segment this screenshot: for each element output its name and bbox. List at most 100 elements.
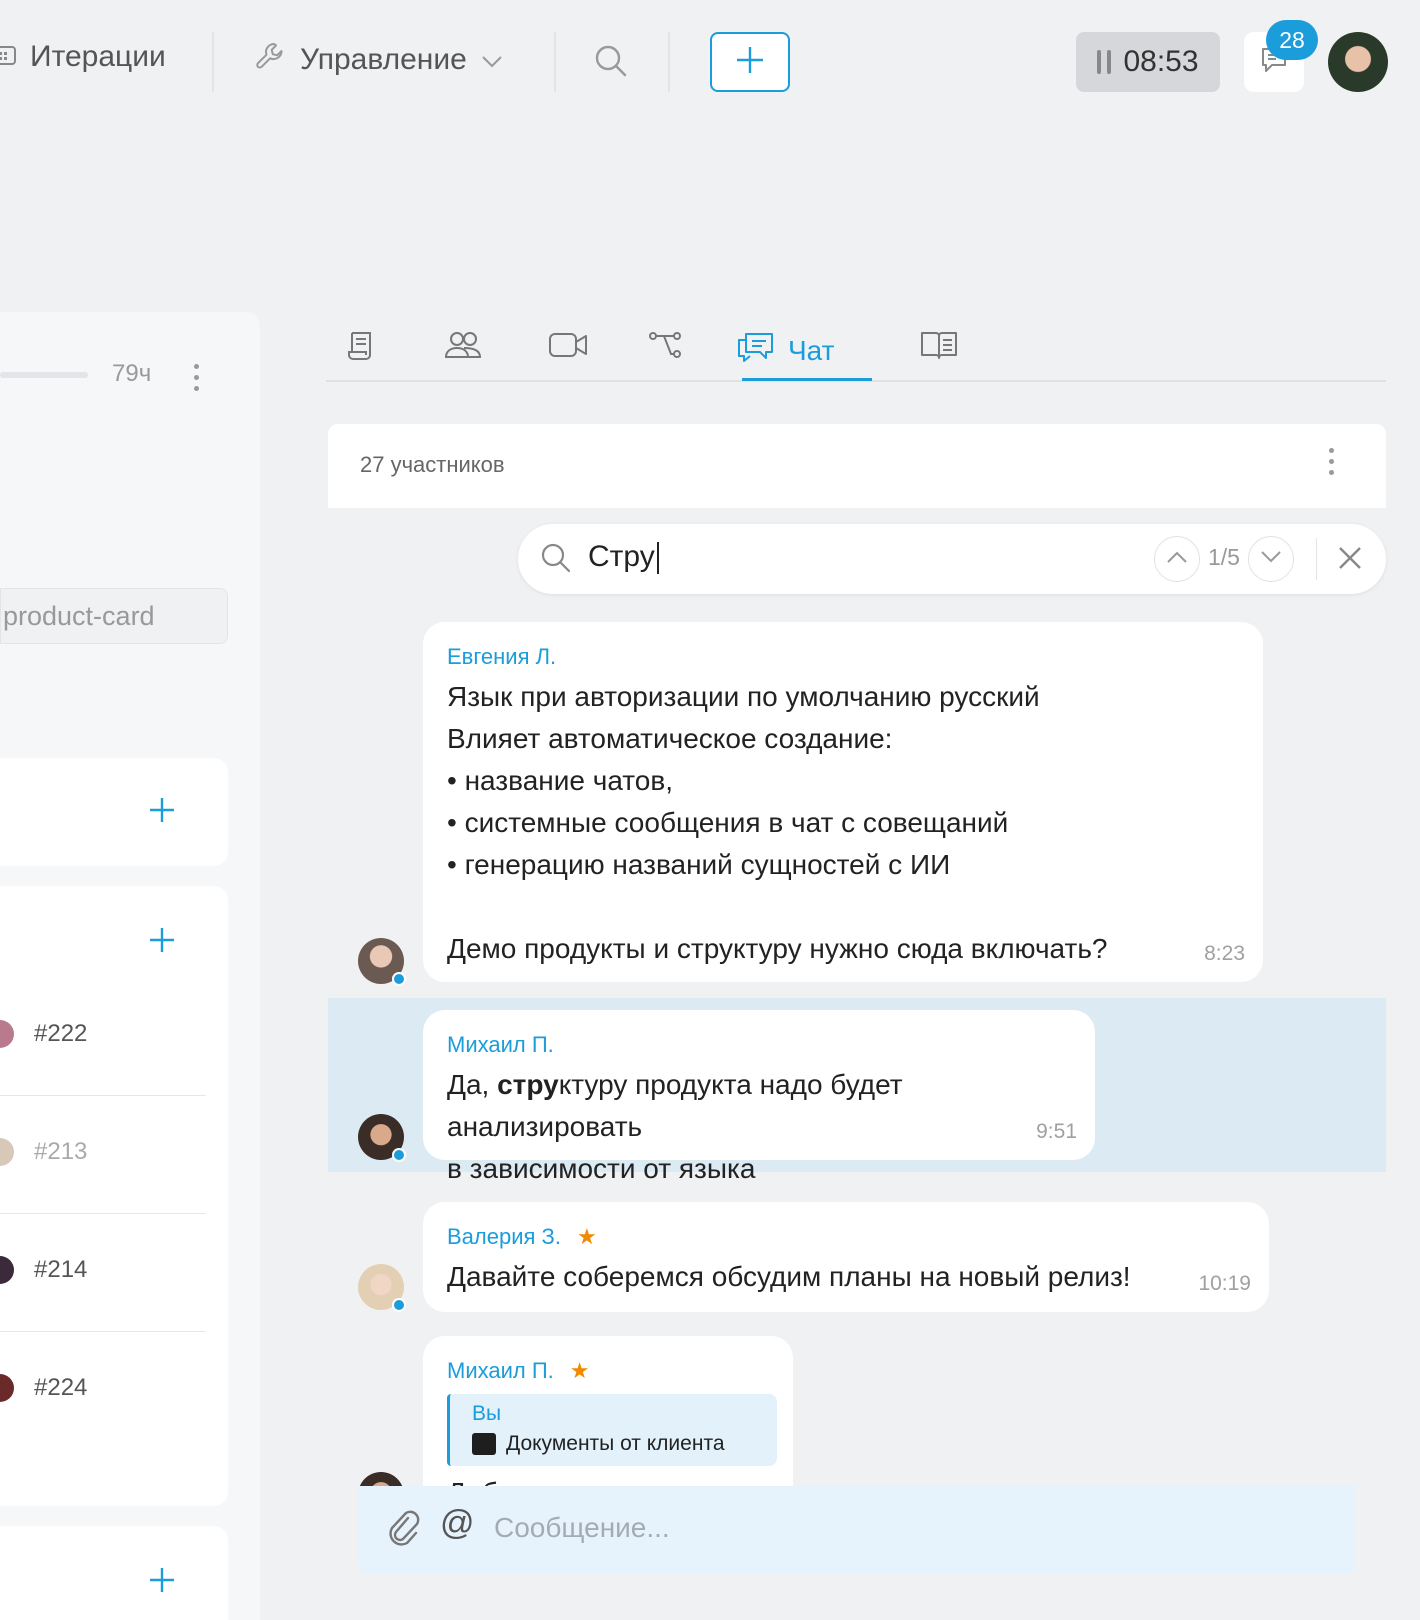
plus-icon[interactable] [148, 796, 182, 830]
timer-value: 08:53 [1123, 45, 1199, 78]
online-indicator [392, 1298, 406, 1312]
message-line: в зависимости от языка [447, 1153, 756, 1184]
message-author[interactable]: Михаил П. ★ [447, 1358, 769, 1384]
plus-icon[interactable] [148, 1566, 182, 1600]
calendar-icon [0, 40, 16, 74]
message-time: 10:19 [1198, 1272, 1251, 1295]
add-button[interactable] [710, 32, 790, 92]
user-avatar[interactable] [1328, 32, 1388, 92]
message-bubble[interactable]: Михаил П. ★ Вы Документы от клиента Добав… [423, 1336, 793, 1486]
close-icon[interactable] [1336, 544, 1364, 577]
message-text: Добавь в задачу [447, 1472, 769, 1486]
message-input[interactable]: Сообщение... [494, 1512, 670, 1544]
mention-button[interactable]: @ [440, 1504, 475, 1543]
message-bubble[interactable]: Михаил П. Да, структуру продукта надо бу… [423, 1010, 1095, 1184]
tasks-card: #222 #213 #214 #224 [0, 886, 228, 1506]
message-author[interactable]: Михаил П. [447, 1032, 1071, 1058]
avatar [0, 1138, 14, 1166]
branch-chip[interactable]: product-card [0, 588, 228, 644]
avatar [0, 1256, 14, 1284]
message-bubble[interactable]: Евгения Л. Язык при авторизации по умолч… [423, 622, 1263, 982]
nav-management[interactable]: Управление [254, 40, 503, 80]
tab-participants[interactable] [444, 330, 482, 367]
message-author[interactable]: Евгения Л. [447, 644, 1239, 670]
message-text: Язык при авторизации по умолчанию русски… [447, 676, 1239, 970]
online-indicator [392, 1148, 406, 1162]
chevron-down-icon [1260, 550, 1282, 569]
avatar [0, 1374, 14, 1402]
participants-count[interactable]: 27 участников [360, 452, 505, 478]
more-menu-icon[interactable] [1329, 448, 1334, 475]
nav-management-label: Управление [300, 43, 467, 76]
avatar[interactable] [358, 1114, 406, 1162]
avatar[interactable] [358, 1264, 406, 1312]
tab-chat[interactable]: Чат [736, 330, 834, 371]
notifications-badge: 28 [1266, 20, 1318, 60]
message-author[interactable]: Валерия З. ★ [447, 1224, 1245, 1250]
quoted-message[interactable]: Вы Документы от клиента [447, 1394, 777, 1466]
divider [668, 32, 670, 92]
video-icon [548, 330, 588, 367]
message-bubble[interactable]: Валерия З. ★ Давайте соберемся обсудим пл… [423, 1202, 1269, 1312]
search-icon[interactable] [594, 44, 628, 83]
task-row[interactable]: #213 [0, 1096, 206, 1214]
plus-icon[interactable] [148, 926, 182, 960]
divider [554, 32, 556, 92]
document-name: Документы от клиента [506, 1432, 725, 1455]
message-line: Язык при авторизации по умолчанию русски… [447, 681, 1040, 712]
flow-icon [648, 330, 682, 367]
tab-video[interactable] [548, 330, 588, 367]
scroll-icon [346, 330, 376, 369]
search-match: стру [497, 1069, 559, 1100]
chat-search: Стру 1/5 [518, 524, 1386, 594]
task-row[interactable]: #214 [0, 1214, 206, 1332]
search-icon [540, 542, 572, 579]
search-counter: 1/5 [1208, 544, 1240, 570]
document-icon [472, 1433, 496, 1455]
message-line: • название чатов, [447, 765, 674, 796]
task-row[interactable]: #222 [0, 978, 206, 1096]
more-menu-icon[interactable] [194, 364, 199, 391]
paperclip-icon[interactable] [386, 1508, 420, 1553]
tab-chat-label: Чат [788, 334, 835, 366]
message-list: Евгения Л. Язык при авторизации по умолч… [328, 608, 1386, 1486]
avatar[interactable] [358, 938, 406, 986]
nav-iterations-label: Итерации [30, 40, 166, 73]
search-query: Стру [588, 540, 655, 573]
message-line: Да, структуру продукта надо будет анализ… [447, 1064, 1071, 1148]
active-tab-indicator [742, 378, 872, 381]
avatar[interactable] [358, 1472, 404, 1486]
chevron-up-icon [1166, 550, 1188, 569]
timer-button[interactable]: 08:53 [1076, 32, 1220, 92]
plus-icon [735, 45, 765, 80]
message-line: • генерацию названий сущностей с ИИ [447, 849, 951, 880]
tab-knowledge[interactable] [920, 330, 958, 367]
message-line: Демо продукты и структуру нужно сюда вкл… [447, 933, 1108, 964]
nav-iterations[interactable]: Итерации [0, 40, 166, 74]
divider [1316, 538, 1317, 580]
message-time: 8:23 [1204, 942, 1245, 965]
divider [212, 32, 214, 92]
search-prev-button[interactable] [1154, 536, 1200, 582]
search-next-button[interactable] [1248, 536, 1294, 582]
author-name: Михаил П. [447, 1358, 554, 1383]
people-icon [444, 330, 482, 367]
tab-flow[interactable] [648, 330, 682, 367]
chevron-down-icon [481, 43, 503, 77]
message-composer: @ Сообщение... [358, 1486, 1356, 1574]
task-id: #213 [34, 1138, 88, 1165]
task-id: #224 [34, 1374, 88, 1401]
task-row[interactable]: #224 [0, 1332, 206, 1450]
author-name: Евгения Л. [447, 644, 557, 669]
message-line: • системные сообщения в чат с совещаний [447, 807, 1009, 838]
task-id: #222 [34, 1020, 88, 1047]
search-input[interactable]: Стру [588, 540, 659, 575]
message-text: Да, структуру продукта надо будет анализ… [447, 1064, 1071, 1190]
star-icon: ★ [569, 1358, 590, 1383]
author-name: Валерия З. [447, 1224, 561, 1249]
tab-description[interactable] [346, 330, 376, 369]
book-icon [920, 330, 958, 367]
message-line: Влияет автоматическое создание: [447, 723, 893, 754]
quoted-document: Документы от клиента [472, 1432, 777, 1456]
message-time: 9:51 [1036, 1120, 1077, 1143]
